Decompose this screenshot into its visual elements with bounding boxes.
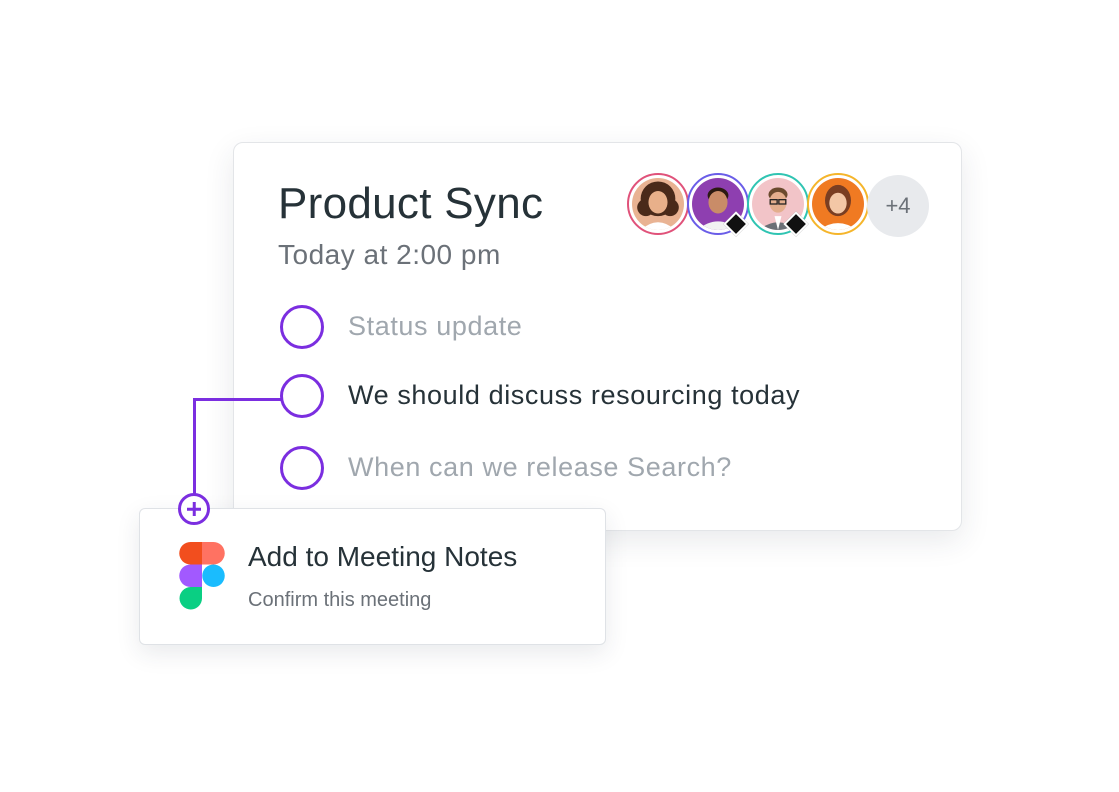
avatar-1-image [632, 178, 684, 230]
add-to-notes-card[interactable]: Add to Meeting Notes Confirm this meetin… [139, 508, 606, 645]
checkbox-circle-icon[interactable] [280, 446, 324, 490]
agenda-item[interactable]: Status update [278, 305, 918, 355]
agenda-item-text: We should discuss resourcing today [348, 380, 801, 410]
avatar[interactable] [747, 173, 809, 237]
more-attendees-count[interactable]: +4 [867, 175, 929, 237]
agenda-item-text: When can we release Search? [348, 452, 732, 482]
figma-icon [179, 542, 225, 610]
meeting-title: Product Sync [278, 179, 544, 228]
attendee-avatars: +4 [627, 173, 937, 239]
avatar[interactable] [627, 173, 689, 235]
agenda-item-text: Status update [348, 311, 523, 341]
connector-line [193, 398, 281, 401]
notes-card-title: Add to Meeting Notes [248, 541, 518, 572]
checkbox-circle-icon[interactable] [280, 374, 324, 418]
connector-line [193, 398, 196, 494]
avatar[interactable] [807, 173, 869, 235]
meeting-time: Today at 2:00 pm [278, 239, 501, 270]
checkbox-circle-icon[interactable] [280, 305, 324, 349]
add-icon[interactable] [178, 493, 210, 525]
avatar-4-image [812, 178, 864, 230]
agenda-item[interactable]: When can we release Search? [278, 446, 918, 496]
agenda-item[interactable]: We should discuss resourcing today [278, 374, 918, 424]
avatar[interactable] [687, 173, 749, 237]
notes-card-subtitle: Confirm this meeting [248, 589, 432, 611]
meeting-card: Product Sync Today at 2:00 pm +4 Status … [233, 142, 962, 531]
